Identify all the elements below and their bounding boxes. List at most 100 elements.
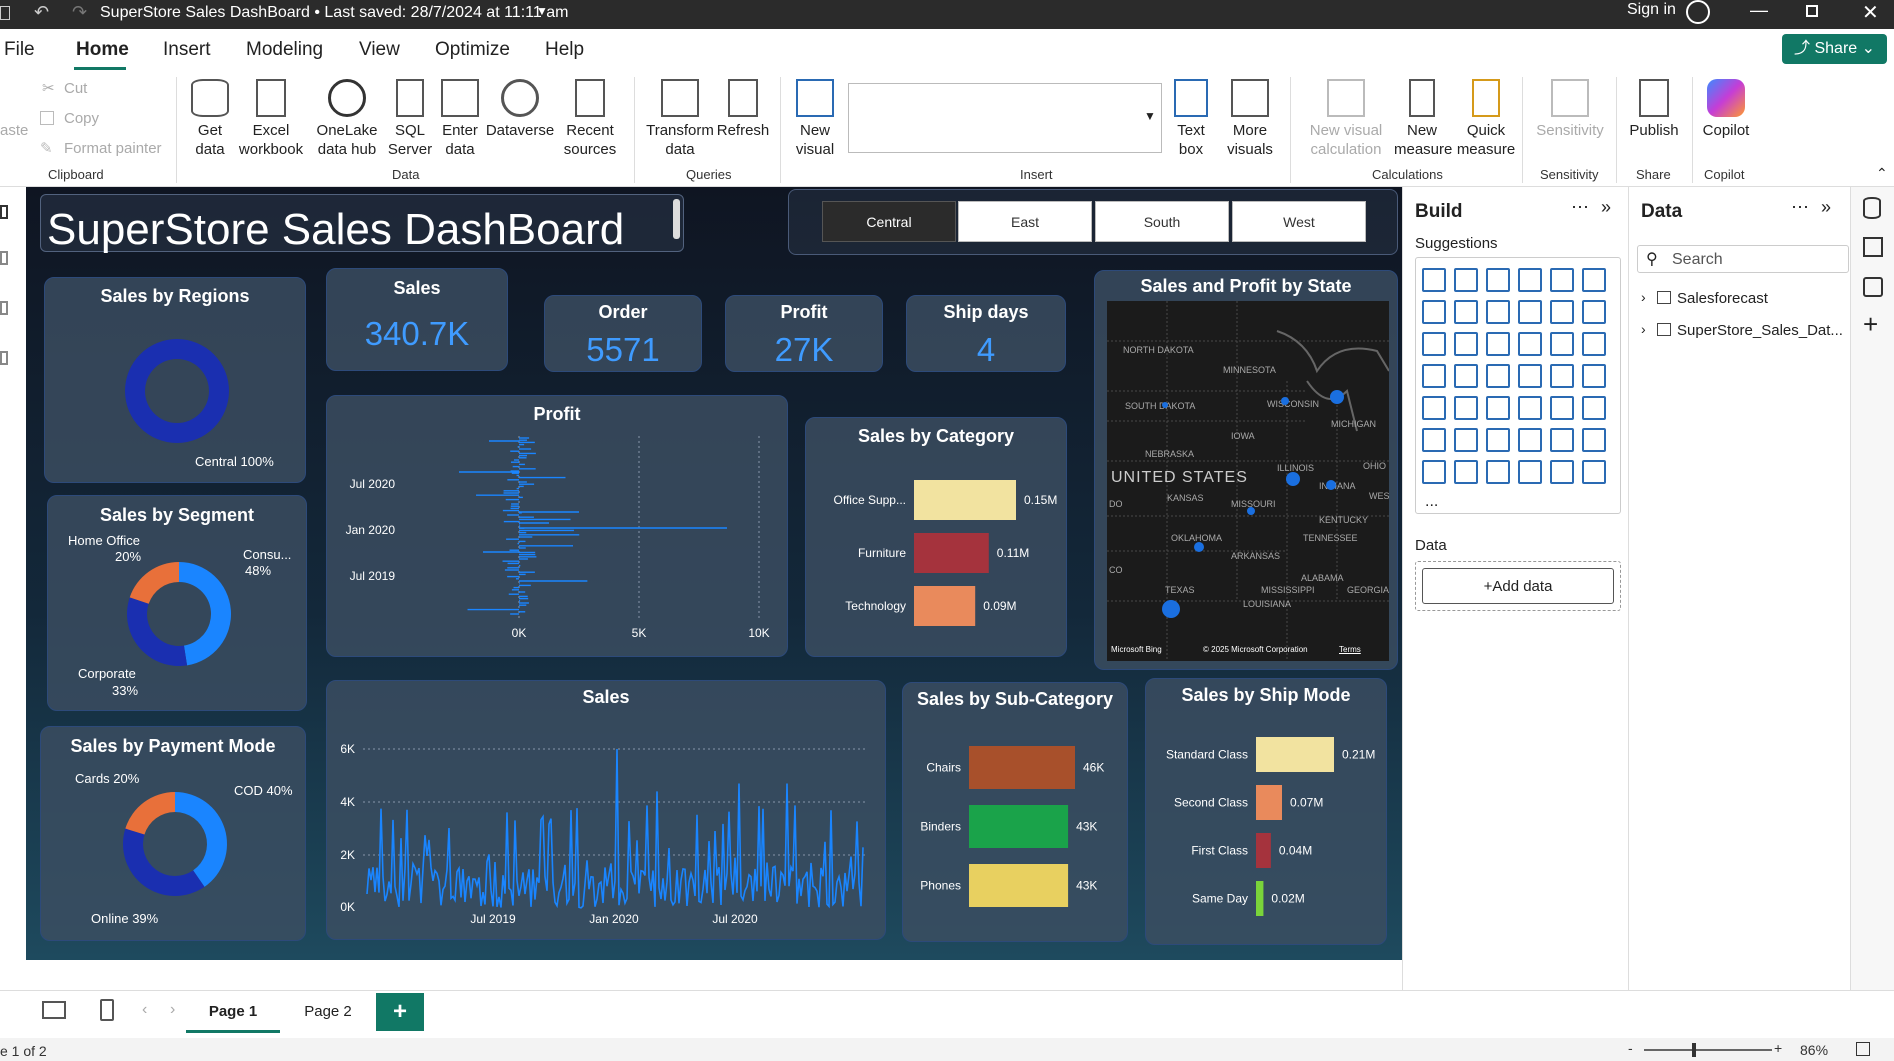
visual-type-icon[interactable]: [1454, 460, 1478, 484]
visual-type-icon[interactable]: [1550, 300, 1574, 324]
sales-by-shipmode-card[interactable]: Sales by Ship Mode Standard Class 0.21M Se…: [1145, 678, 1387, 945]
visual-type-icon[interactable]: [1422, 332, 1446, 356]
profit-chart-card[interactable]: Profit Jul 2020 Jan 2020 Jul 2019 0K 5K …: [326, 395, 788, 657]
sensitivity-button[interactable]: Sensitivity: [1528, 79, 1612, 140]
more-visuals-dots[interactable]: ...: [1425, 493, 1438, 511]
more-options-icon[interactable]: ⋯: [1571, 197, 1589, 218]
visual-type-icon[interactable]: [1486, 364, 1510, 388]
dax-view-icon[interactable]: [0, 351, 8, 365]
onelake-button[interactable]: OneLake data hub: [310, 79, 384, 159]
visual-type-icon[interactable]: [1486, 300, 1510, 324]
visual-type-icon[interactable]: [1486, 332, 1510, 356]
menu-insert[interactable]: Insert: [163, 39, 211, 61]
sales-by-subcategory-card[interactable]: Sales by Sub-Category Chairs 46K Binders 43…: [902, 682, 1128, 942]
sql-server-button[interactable]: SQL Server: [386, 79, 434, 159]
visual-type-icon[interactable]: [1486, 460, 1510, 484]
visual-type-icon[interactable]: [1422, 428, 1446, 452]
zoom-in-button[interactable]: +: [1774, 1040, 1782, 1056]
visual-type-icon[interactable]: [1454, 332, 1478, 356]
redo-icon[interactable]: ↷: [72, 2, 87, 23]
new-measure-button[interactable]: New measure: [1394, 79, 1452, 159]
page-tab-1[interactable]: Page 1: [186, 991, 280, 1033]
mobile-layout-icon[interactable]: [100, 999, 114, 1021]
visual-type-icon[interactable]: [1422, 460, 1446, 484]
format-pane-icon[interactable]: [1863, 277, 1883, 297]
paste-button[interactable]: aste: [0, 121, 28, 140]
slicer-central[interactable]: Central: [822, 201, 956, 242]
enter-data-button[interactable]: Enter data: [438, 79, 482, 159]
publish-button[interactable]: Publish: [1624, 79, 1684, 140]
visual-type-icon[interactable]: [1518, 460, 1542, 484]
sales-by-category-card[interactable]: Sales by Category Office Supp... 0.15M Fur…: [805, 417, 1067, 657]
kpi-profit-card[interactable]: Profit 27K: [725, 295, 883, 372]
visual-type-icon[interactable]: [1550, 364, 1574, 388]
visual-type-icon[interactable]: [1582, 332, 1606, 356]
menu-view[interactable]: View: [359, 39, 400, 61]
visual-type-icon[interactable]: [1582, 428, 1606, 452]
undo-icon[interactable]: ↶: [34, 2, 49, 23]
visual-type-icon[interactable]: [1582, 300, 1606, 324]
kpi-order-card[interactable]: Order 5571: [544, 295, 702, 372]
get-data-button[interactable]: Get data: [188, 79, 232, 159]
close-icon[interactable]: ✕: [1862, 0, 1879, 25]
sales-by-payment-card[interactable]: Sales by Payment Mode Cards 20% COD 40% …: [40, 726, 306, 941]
visual-type-icon[interactable]: [1422, 300, 1446, 324]
visual-type-icon[interactable]: [1550, 460, 1574, 484]
dataverse-button[interactable]: Dataverse: [484, 79, 556, 140]
visual-type-icon[interactable]: [1454, 396, 1478, 420]
sign-in-button[interactable]: Sign in: [1627, 1, 1676, 19]
visual-type-icon[interactable]: [1454, 428, 1478, 452]
visual-type-icon[interactable]: [1486, 396, 1510, 420]
refresh-button[interactable]: Refresh: [716, 79, 770, 140]
more-options-icon[interactable]: ⋯: [1791, 197, 1809, 218]
next-page-icon[interactable]: ›: [170, 1001, 175, 1019]
restore-icon[interactable]: [1806, 5, 1818, 17]
visual-type-icon[interactable]: [1582, 268, 1606, 292]
model-view-icon[interactable]: [0, 301, 8, 315]
visual-type-icon[interactable]: [1454, 364, 1478, 388]
recent-sources-button[interactable]: Recent sources: [556, 79, 624, 159]
desktop-layout-icon[interactable]: [42, 1001, 66, 1019]
prev-page-icon[interactable]: ‹: [142, 1001, 147, 1019]
visual-type-icon[interactable]: [1422, 396, 1446, 420]
gallery-expand-icon[interactable]: ▼: [1144, 109, 1156, 123]
visual-type-icon[interactable]: [1550, 396, 1574, 420]
text-box-button[interactable]: Text box: [1168, 79, 1214, 159]
menu-file[interactable]: File: [4, 39, 35, 61]
menu-help[interactable]: Help: [545, 39, 584, 61]
kpi-sales-card[interactable]: Sales 340.7K: [326, 268, 508, 371]
visual-type-icon[interactable]: [1550, 332, 1574, 356]
visual-type-icon[interactable]: [1518, 268, 1542, 292]
data-pane-icon[interactable]: [1863, 197, 1881, 219]
add-pane-icon[interactable]: +: [1863, 309, 1878, 340]
visual-type-icon[interactable]: [1582, 460, 1606, 484]
share-button[interactable]: ⤴ Share ⌄: [1782, 34, 1887, 64]
copy-button[interactable]: Copy: [64, 110, 99, 127]
add-data-button[interactable]: +Add data: [1422, 568, 1614, 604]
save-icon[interactable]: [0, 6, 10, 20]
zoom-out-button[interactable]: -: [1628, 1040, 1633, 1056]
map-terms-link[interactable]: Terms: [1339, 645, 1361, 654]
sales-by-segment-card[interactable]: Sales by Segment Home Office 20% Consu..…: [47, 495, 307, 711]
visual-type-icon[interactable]: [1582, 396, 1606, 420]
fit-page-icon[interactable]: [1856, 1042, 1870, 1056]
minimize-icon[interactable]: —: [1750, 0, 1768, 21]
data-item-salesforecast[interactable]: Salesforecast: [1677, 290, 1768, 307]
kpi-ship-days-card[interactable]: Ship days 4: [906, 295, 1066, 372]
visual-type-icon[interactable]: [1518, 396, 1542, 420]
visual-type-icon[interactable]: [1454, 300, 1478, 324]
expand-chevron-icon[interactable]: ›: [1641, 289, 1646, 305]
collapse-pane-icon[interactable]: »: [1601, 197, 1611, 218]
title-scrollbar[interactable]: [673, 199, 680, 239]
map-area[interactable]: UNITED STATES NORTH DAKOTA MINNESOTA WIS…: [1107, 301, 1389, 661]
visual-type-icon[interactable]: [1486, 268, 1510, 292]
visual-type-icon[interactable]: [1422, 268, 1446, 292]
account-icon[interactable]: [1686, 0, 1710, 24]
collapse-pane-icon[interactable]: »: [1821, 197, 1831, 218]
title-dropdown-icon[interactable]: ▼: [536, 4, 548, 18]
menu-modeling[interactable]: Modeling: [246, 39, 323, 61]
new-visual-calculation-button[interactable]: New visual calculation: [1300, 79, 1392, 159]
more-visuals-button[interactable]: More visuals: [1218, 79, 1282, 159]
add-page-button[interactable]: +: [376, 993, 424, 1031]
sales-profit-state-card[interactable]: Sales and Profit by State UNITED STATES …: [1094, 270, 1398, 670]
